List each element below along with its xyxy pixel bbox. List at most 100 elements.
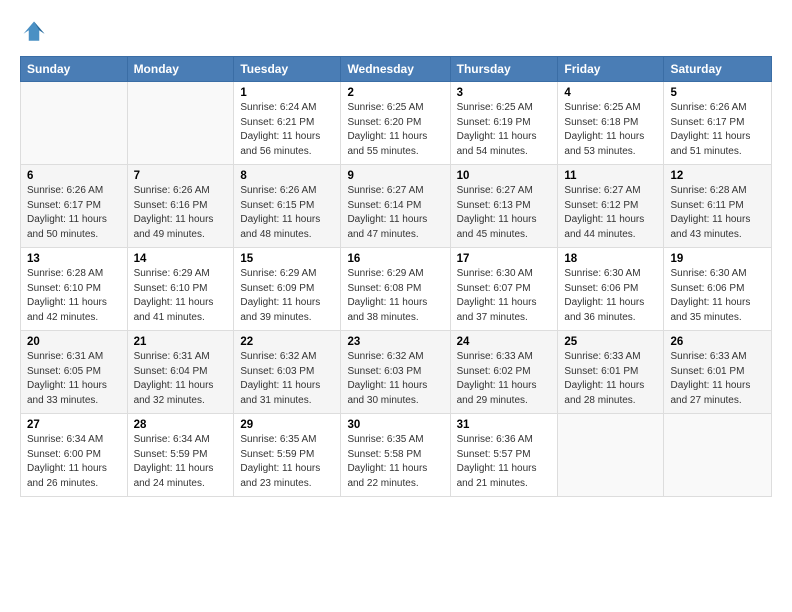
day-number: 13 [27,253,121,265]
day-detail: Sunrise: 6:34 AM Sunset: 6:00 PM Dayligh… [27,433,121,491]
day-cell-11: 11Sunrise: 6:27 AM Sunset: 6:12 PM Dayli… [558,165,664,248]
week-row-5: 27 Sunrise: 6:34 AM Sunset: 6:00 PM Dayli… [21,414,772,497]
col-header-thursday: Thursday [450,57,558,82]
day-number: 21 [134,336,228,348]
day-cell-2: 2 Sunrise: 6:25 AM Sunset: 6:20 PM Daylig… [341,82,450,165]
day-cell-17: 17Sunrise: 6:30 AM Sunset: 6:07 PM Dayli… [450,248,558,331]
day-cell-19: 19 Sunrise: 6:30 AM Sunset: 6:06 PM Dayli… [664,248,772,331]
day-number: 31 [457,419,552,431]
day-number: 10 [457,170,552,182]
day-number: 30 [347,419,443,431]
day-detail: Sunrise: 6:25 AM Sunset: 6:19 PM Dayligh… [457,101,552,159]
day-detail: Sunrise: 6:31 AM Sunset: 6:05 PM Dayligh… [27,350,121,408]
day-cell-18: 18Sunrise: 6:30 AM Sunset: 6:06 PM Dayli… [558,248,664,331]
day-number: 24 [457,336,552,348]
col-header-wednesday: Wednesday [341,57,450,82]
day-number: 19 [670,253,765,265]
day-number: 28 [134,419,228,431]
week-row-2: 6 Sunrise: 6:26 AM Sunset: 6:17 PM Daylig… [21,165,772,248]
day-cell-7: 7 Sunrise: 6:26 AM Sunset: 6:16 PM Daylig… [127,165,234,248]
day-cell-31: 31 Sunrise: 6:36 AM Sunset: 5:57 PM Dayli… [450,414,558,497]
day-number: 6 [27,170,121,182]
day-number: 9 [347,170,443,182]
day-detail: Sunrise: 6:26 AM Sunset: 6:17 PM Dayligh… [27,184,121,242]
day-cell-9: 9Sunrise: 6:27 AM Sunset: 6:14 PM Daylig… [341,165,450,248]
col-header-monday: Monday [127,57,234,82]
day-detail: Sunrise: 6:29 AM Sunset: 6:08 PM Dayligh… [347,267,443,325]
day-cell-12: 12 Sunrise: 6:28 AM Sunset: 6:11 PM Dayli… [664,165,772,248]
day-cell-23: 23Sunrise: 6:32 AM Sunset: 6:03 PM Dayli… [341,331,450,414]
day-detail: Sunrise: 6:35 AM Sunset: 5:58 PM Dayligh… [347,433,443,491]
col-header-saturday: Saturday [664,57,772,82]
logo [20,18,52,46]
day-detail: Sunrise: 6:32 AM Sunset: 6:03 PM Dayligh… [240,350,334,408]
day-detail: Sunrise: 6:33 AM Sunset: 6:02 PM Dayligh… [457,350,552,408]
day-cell-10: 10 Sunrise: 6:27 AM Sunset: 6:13 PM Dayli… [450,165,558,248]
day-number: 26 [670,336,765,348]
day-cell-24: 24 Sunrise: 6:33 AM Sunset: 6:02 PM Dayli… [450,331,558,414]
day-cell-16: 16 Sunrise: 6:29 AM Sunset: 6:08 PM Dayli… [341,248,450,331]
week-row-3: 13 Sunrise: 6:28 AM Sunset: 6:10 PM Dayli… [21,248,772,331]
day-detail: Sunrise: 6:30 AM Sunset: 6:06 PM Dayligh… [670,267,765,325]
day-detail: Sunrise: 6:26 AM Sunset: 6:16 PM Dayligh… [134,184,228,242]
day-cell-29: 29 Sunrise: 6:35 AM Sunset: 5:59 PM Dayli… [234,414,341,497]
day-detail: Sunrise: 6:35 AM Sunset: 5:59 PM Dayligh… [240,433,334,491]
day-detail: Sunrise: 6:33 AM Sunset: 6:01 PM Dayligh… [670,350,765,408]
day-number: 27 [27,419,121,431]
day-cell-1: 1Sunrise: 6:24 AM Sunset: 6:21 PM Daylig… [234,82,341,165]
day-cell-3: 3 Sunrise: 6:25 AM Sunset: 6:19 PM Daylig… [450,82,558,165]
empty-cell [21,82,128,165]
empty-cell [558,414,664,497]
day-number: 18 [564,253,657,265]
day-detail: Sunrise: 6:28 AM Sunset: 6:11 PM Dayligh… [670,184,765,242]
day-number: 11 [564,170,657,182]
day-number: 17 [457,253,552,265]
day-number: 29 [240,419,334,431]
day-cell-30: 30 Sunrise: 6:35 AM Sunset: 5:58 PM Dayli… [341,414,450,497]
day-number: 20 [27,336,121,348]
day-number: 7 [134,170,228,182]
day-number: 23 [347,336,443,348]
day-number: 15 [240,253,334,265]
header [20,18,772,46]
day-cell-27: 27 Sunrise: 6:34 AM Sunset: 6:00 PM Dayli… [21,414,128,497]
day-cell-28: 28 Sunrise: 6:34 AM Sunset: 5:59 PM Dayli… [127,414,234,497]
day-detail: Sunrise: 6:34 AM Sunset: 5:59 PM Dayligh… [134,433,228,491]
day-cell-25: 25 Sunrise: 6:33 AM Sunset: 6:01 PM Dayli… [558,331,664,414]
page: SundayMondayTuesdayWednesdayThursdayFrid… [0,0,792,612]
day-cell-15: 15Sunrise: 6:29 AM Sunset: 6:09 PM Dayli… [234,248,341,331]
day-detail: Sunrise: 6:24 AM Sunset: 6:21 PM Dayligh… [240,101,334,159]
col-header-tuesday: Tuesday [234,57,341,82]
day-cell-26: 26 Sunrise: 6:33 AM Sunset: 6:01 PM Dayli… [664,331,772,414]
day-detail: Sunrise: 6:36 AM Sunset: 5:57 PM Dayligh… [457,433,552,491]
empty-cell [127,82,234,165]
day-cell-8: 8Sunrise: 6:26 AM Sunset: 6:15 PM Daylig… [234,165,341,248]
day-detail: Sunrise: 6:25 AM Sunset: 6:18 PM Dayligh… [564,101,657,159]
day-cell-4: 4 Sunrise: 6:25 AM Sunset: 6:18 PM Daylig… [558,82,664,165]
day-cell-14: 14Sunrise: 6:29 AM Sunset: 6:10 PM Dayli… [127,248,234,331]
day-detail: Sunrise: 6:26 AM Sunset: 6:17 PM Dayligh… [670,101,765,159]
week-row-1: 1Sunrise: 6:24 AM Sunset: 6:21 PM Daylig… [21,82,772,165]
day-detail: Sunrise: 6:25 AM Sunset: 6:20 PM Dayligh… [347,101,443,159]
day-number: 2 [347,87,443,99]
week-row-4: 20 Sunrise: 6:31 AM Sunset: 6:05 PM Dayli… [21,331,772,414]
day-cell-22: 22 Sunrise: 6:32 AM Sunset: 6:03 PM Dayli… [234,331,341,414]
empty-cell [664,414,772,497]
calendar-table: SundayMondayTuesdayWednesdayThursdayFrid… [20,56,772,497]
day-detail: Sunrise: 6:33 AM Sunset: 6:01 PM Dayligh… [564,350,657,408]
day-detail: Sunrise: 6:28 AM Sunset: 6:10 PM Dayligh… [27,267,121,325]
day-number: 4 [564,87,657,99]
day-detail: Sunrise: 6:27 AM Sunset: 6:13 PM Dayligh… [457,184,552,242]
day-number: 25 [564,336,657,348]
day-cell-20: 20 Sunrise: 6:31 AM Sunset: 6:05 PM Dayli… [21,331,128,414]
col-header-friday: Friday [558,57,664,82]
day-number: 16 [347,253,443,265]
day-cell-13: 13 Sunrise: 6:28 AM Sunset: 6:10 PM Dayli… [21,248,128,331]
header-row: SundayMondayTuesdayWednesdayThursdayFrid… [21,57,772,82]
day-number: 3 [457,87,552,99]
day-number: 14 [134,253,228,265]
day-number: 22 [240,336,334,348]
day-number: 5 [670,87,765,99]
day-cell-21: 21Sunrise: 6:31 AM Sunset: 6:04 PM Dayli… [127,331,234,414]
day-number: 12 [670,170,765,182]
